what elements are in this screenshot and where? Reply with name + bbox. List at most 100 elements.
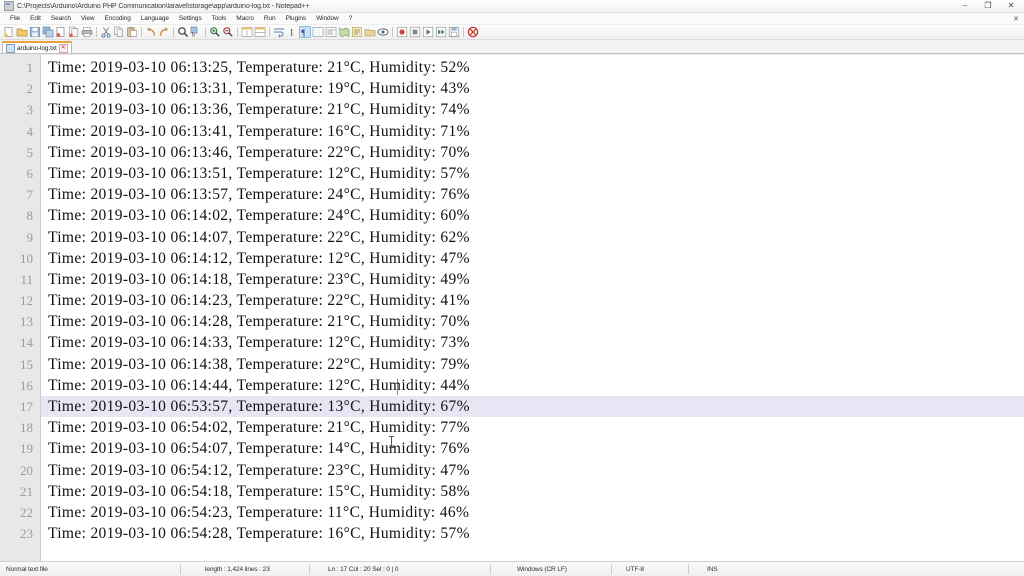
cut-icon[interactable] xyxy=(100,26,112,38)
close-all-files-icon[interactable] xyxy=(68,26,80,38)
maximize-button[interactable]: ❐ xyxy=(983,2,993,10)
line-number: 20 xyxy=(20,462,33,478)
menu-item-file[interactable]: File xyxy=(5,13,25,24)
menu-item-window[interactable]: Window xyxy=(311,13,344,24)
line-number: 21 xyxy=(20,483,33,499)
menu-item-plugins[interactable]: Plugins xyxy=(280,13,311,24)
code-line[interactable]: Time: 2019-03-10 06:14:07, Temperature: … xyxy=(41,227,1024,248)
code-line[interactable]: Time: 2019-03-10 06:14:12, Temperature: … xyxy=(41,248,1024,269)
toolbar-separator xyxy=(141,27,142,37)
sync-vertical-scroll-icon[interactable] xyxy=(241,26,253,38)
line-number: 14 xyxy=(20,335,33,351)
toolbar: b 1 ¶ xyxy=(0,25,1024,40)
status-cursor-position: Ln : 17 Col : 20 Sel : 0 | 0 xyxy=(328,565,399,573)
line-number: 13 xyxy=(20,314,33,330)
record-macro-icon[interactable] xyxy=(396,26,408,38)
code-line[interactable]: Time: 2019-03-10 06:54:28, Temperature: … xyxy=(41,523,1024,544)
line-number: 15 xyxy=(20,356,33,372)
line-number: 5 xyxy=(26,144,34,160)
menu-item-edit[interactable]: Edit xyxy=(25,13,46,24)
code-line[interactable]: Time: 2019-03-10 06:14:38, Temperature: … xyxy=(41,354,1024,375)
tab-label: arduino-log.txt xyxy=(17,44,57,52)
menu-item-search[interactable]: Search xyxy=(46,13,76,24)
undo-icon[interactable] xyxy=(145,26,157,38)
code-line[interactable]: Time: 2019-03-10 06:54:02, Temperature: … xyxy=(41,417,1024,438)
code-line[interactable]: Time: 2019-03-10 06:54:07, Temperature: … xyxy=(41,438,1024,459)
redo-icon[interactable] xyxy=(158,26,170,38)
menu-item-help[interactable]: ? xyxy=(344,13,358,24)
indent-guide-icon[interactable] xyxy=(312,26,324,38)
code-line[interactable]: Time: 2019-03-10 06:14:44, Temperature: … xyxy=(41,375,1024,396)
code-line[interactable]: Time: 2019-03-10 06:13:25, Temperature: … xyxy=(41,57,1024,78)
title-bar: C:\Projects\Arduino\Arduino PHP Communic… xyxy=(0,0,1024,13)
monitoring-icon[interactable] xyxy=(377,26,389,38)
user-defined-language-icon[interactable] xyxy=(325,26,337,38)
close-file-icon[interactable] xyxy=(55,26,67,38)
toolbar-separator xyxy=(237,27,238,37)
menu-item-tools[interactable]: Tools xyxy=(207,13,232,24)
print-icon[interactable] xyxy=(81,26,93,38)
toolbar-separator xyxy=(96,27,97,37)
folder-as-workspace-icon[interactable] xyxy=(364,26,376,38)
run-macro-multiple-times-icon[interactable] xyxy=(435,26,447,38)
code-line[interactable]: Time: 2019-03-10 06:13:46, Temperature: … xyxy=(41,142,1024,163)
paste-icon[interactable] xyxy=(126,26,138,38)
code-line-current[interactable]: Time: 2019-03-10 06:53:57, Temperature: … xyxy=(41,396,1024,418)
zoom-in-icon[interactable] xyxy=(209,26,221,38)
word-wrap-icon[interactable] xyxy=(273,26,285,38)
code-text[interactable]: Time: 2019-03-10 06:13:25, Temperature: … xyxy=(41,55,1024,561)
menu-item-encoding[interactable]: Encoding xyxy=(99,13,135,24)
stop-recording-macro-icon[interactable] xyxy=(409,26,421,38)
menu-item-run[interactable]: Run xyxy=(259,13,281,24)
show-all-characters-icon[interactable]: ¶ xyxy=(299,26,311,38)
document-close-icon[interactable]: ✕ xyxy=(1013,15,1019,23)
code-line[interactable]: Time: 2019-03-10 06:14:28, Temperature: … xyxy=(41,311,1024,332)
code-line[interactable]: Time: 2019-03-10 06:14:23, Temperature: … xyxy=(41,290,1024,311)
line-number: 6 xyxy=(26,165,34,181)
new-file-icon[interactable] xyxy=(3,26,15,38)
line-number: 17 xyxy=(20,399,33,414)
close-button[interactable]: ✕ xyxy=(1006,2,1016,10)
tab-close-icon[interactable]: ✕ xyxy=(58,43,68,53)
tab-bar: arduino-log.txt ✕ xyxy=(0,40,1024,54)
zoom-out-icon[interactable] xyxy=(222,26,234,38)
replace-icon[interactable]: b xyxy=(190,26,202,38)
save-current-macro-icon[interactable] xyxy=(448,26,460,38)
save-all-icon[interactable] xyxy=(42,26,54,38)
code-line[interactable]: Time: 2019-03-10 06:14:33, Temperature: … xyxy=(41,332,1024,353)
toolbar-separator xyxy=(173,27,174,37)
notepad-plus-plus-icon xyxy=(4,1,14,11)
code-line[interactable]: Time: 2019-03-10 06:14:18, Temperature: … xyxy=(41,269,1024,290)
minimize-button[interactable]: – xyxy=(960,2,970,10)
line-number: 1 xyxy=(26,60,34,75)
code-line[interactable]: Time: 2019-03-10 06:54:23, Temperature: … xyxy=(41,502,1024,523)
menu-item-view[interactable]: View xyxy=(76,13,100,24)
code-line[interactable]: Time: 2019-03-10 06:54:12, Temperature: … xyxy=(41,460,1024,481)
find-icon[interactable] xyxy=(177,26,189,38)
code-line[interactable]: Time: 2019-03-10 06:54:18, Temperature: … xyxy=(41,481,1024,502)
function-list-icon[interactable] xyxy=(351,26,363,38)
sync-horizontal-scroll-icon[interactable] xyxy=(254,26,266,38)
menu-item-language[interactable]: Language xyxy=(136,13,174,24)
status-file-type: Normal text file xyxy=(6,565,48,573)
menu-item-macro[interactable]: Macro xyxy=(231,13,259,24)
line-number: 16 xyxy=(20,377,33,393)
code-line[interactable]: Time: 2019-03-10 06:13:51, Temperature: … xyxy=(41,163,1024,184)
open-file-icon[interactable] xyxy=(16,26,28,38)
editor-area[interactable]: 1 2 3 4 5 6 7 8 9 10 11 12 13 14 15 16 1… xyxy=(0,54,1024,561)
tab-arduino-log[interactable]: arduino-log.txt ✕ xyxy=(2,41,72,53)
line-number: 22 xyxy=(20,504,33,520)
code-line[interactable]: Time: 2019-03-10 06:14:02, Temperature: … xyxy=(41,205,1024,226)
save-icon[interactable] xyxy=(29,26,41,38)
show-document-map-icon[interactable] xyxy=(338,26,350,38)
copy-icon[interactable] xyxy=(113,26,125,38)
menu-item-settings[interactable]: Settings xyxy=(174,13,207,24)
code-line[interactable]: Time: 2019-03-10 06:13:36, Temperature: … xyxy=(41,99,1024,120)
run-icon[interactable] xyxy=(467,26,479,38)
code-line[interactable]: Time: 2019-03-10 06:13:31, Temperature: … xyxy=(41,78,1024,99)
code-line[interactable]: Time: 2019-03-10 06:13:41, Temperature: … xyxy=(41,121,1024,142)
line-number-icon[interactable]: 1 xyxy=(286,26,298,38)
code-line[interactable]: Time: 2019-03-10 06:13:57, Temperature: … xyxy=(41,184,1024,205)
svg-text:b: b xyxy=(192,33,195,39)
playback-macro-icon[interactable] xyxy=(422,26,434,38)
